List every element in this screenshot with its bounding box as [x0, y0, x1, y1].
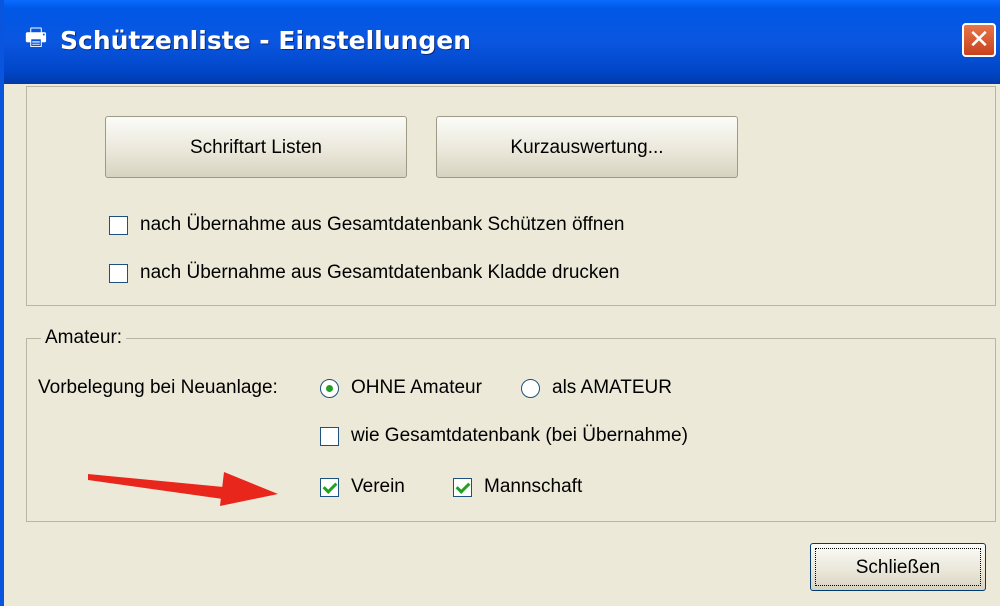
like-database-label: wie Gesamtdatenbank (bei Übernahme) [351, 425, 688, 446]
amateur-group-legend: Amateur: [41, 327, 127, 349]
open-shooters-label: nach Übernahme aus Gesamtdatenbank Schüt… [140, 214, 625, 235]
red-arrow-annotation [88, 472, 278, 506]
print-ledger-label: nach Übernahme aus Gesamtdatenbank Kladd… [140, 262, 620, 283]
radio-as-amateur-label: als AMATEUR [552, 377, 673, 398]
like-database-checkbox[interactable] [320, 426, 339, 446]
dialog-window: 🖶 Schützenliste - Einstellungen ✕ Schrif… [0, 0, 1000, 606]
open-shooters-option[interactable]: nach Übernahme aus Gesamtdatenbank Schüt… [109, 214, 624, 236]
print-ledger-checkbox[interactable] [109, 263, 128, 283]
club-checkbox[interactable] [320, 477, 339, 497]
fonts-button-label: Schriftart Listen [190, 137, 322, 158]
radio-as-amateur-button[interactable] [521, 378, 540, 398]
window-title: Schützenliste - Einstellungen [60, 26, 471, 55]
radio-without-amateur-label: OHNE Amateur [351, 377, 482, 398]
short-evaluation-button-label: Kurzauswertung... [510, 137, 664, 158]
team-checkbox[interactable] [453, 477, 472, 497]
arrow-shaft [88, 474, 234, 500]
close-window-button[interactable]: ✕ [962, 23, 996, 57]
club-option[interactable]: Verein [320, 476, 405, 498]
general-group: Schriftart Listen Kurzauswertung... nach… [26, 86, 996, 306]
close-button[interactable]: Schließen [810, 543, 986, 591]
radio-as-amateur[interactable]: als AMATEUR [521, 377, 672, 399]
team-option[interactable]: Mannschaft [453, 476, 582, 498]
radio-without-amateur-button[interactable] [320, 378, 339, 398]
team-label: Mannschaft [484, 476, 583, 497]
default-label: Vorbelegung bei Neuanlage: [38, 377, 278, 398]
short-evaluation-button[interactable]: Kurzauswertung... [436, 116, 738, 178]
radio-without-amateur[interactable]: OHNE Amateur [320, 377, 482, 399]
print-ledger-option[interactable]: nach Übernahme aus Gesamtdatenbank Kladd… [109, 262, 620, 284]
open-shooters-checkbox[interactable] [109, 215, 128, 235]
close-button-label: Schließen [815, 548, 981, 586]
club-label: Verein [351, 476, 405, 497]
fonts-button[interactable]: Schriftart Listen [105, 116, 407, 178]
arrow-head [220, 472, 278, 506]
like-database-option[interactable]: wie Gesamtdatenbank (bei Übernahme) [320, 425, 688, 447]
dialog-client: Schriftart Listen Kurzauswertung... nach… [4, 84, 1000, 606]
printer-icon: 🖶 [24, 24, 48, 51]
title-bar[interactable]: 🖶 Schützenliste - Einstellungen ✕ [4, 0, 1000, 84]
